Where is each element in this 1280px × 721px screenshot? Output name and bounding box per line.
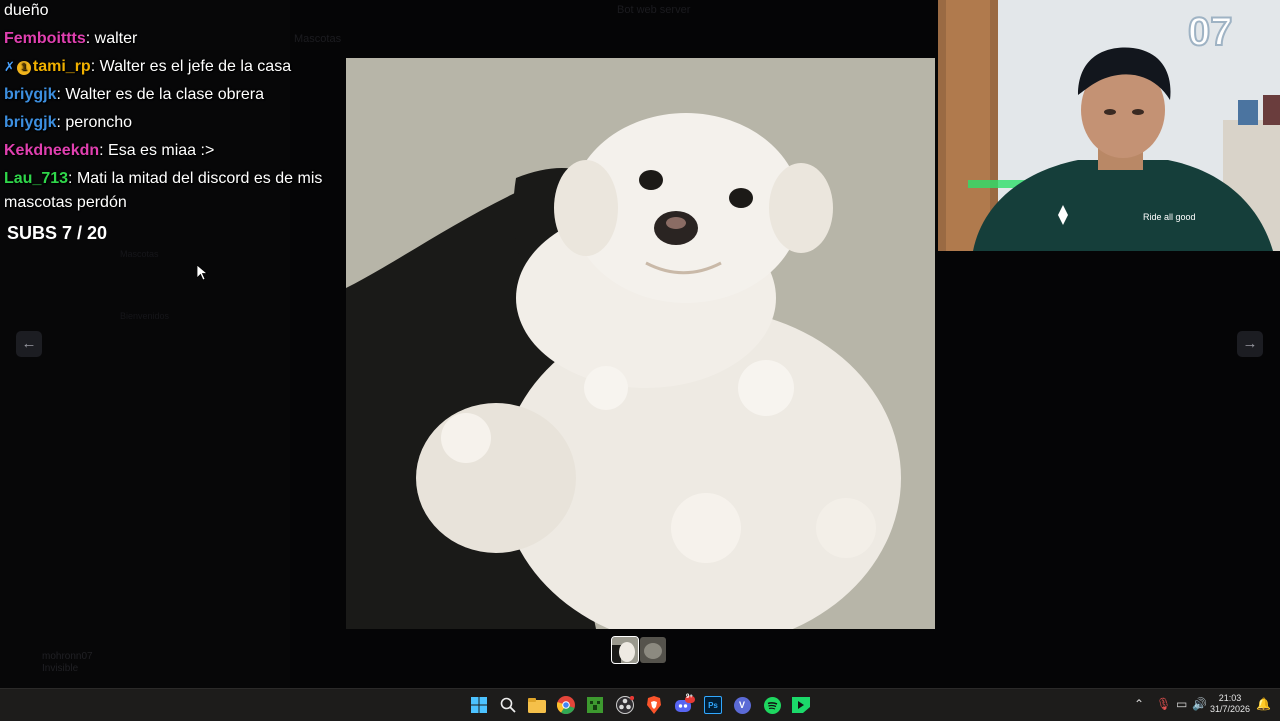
photoshop-label: Ps: [704, 696, 722, 714]
discord-icon[interactable]: 9+: [673, 694, 695, 716]
arrow-right-icon: →: [1242, 335, 1258, 352]
thumbnail-image: [612, 637, 638, 663]
background-category-label: Bienvenidos: [120, 311, 170, 321]
background-header-text: Bot web server: [617, 4, 691, 16]
dog-photo: [346, 58, 935, 629]
chat-line: Femboittts: walter: [4, 28, 137, 50]
file-explorer-icon[interactable]: [526, 694, 548, 716]
network-icon[interactable]: ▭: [1176, 697, 1187, 711]
background-sidebar-channel: Mascotas: [120, 249, 159, 259]
clock-date: 31/7/2026: [1209, 704, 1250, 714]
chat-username: Kekdneekdn: [4, 142, 100, 159]
vivaldi-label: V: [733, 696, 751, 714]
windows-start-icon[interactable]: [468, 694, 490, 716]
chat-message: : Esa es miaa :>: [99, 142, 215, 159]
chat-line: dueño: [4, 0, 49, 22]
chat-message: : peroncho: [56, 114, 133, 131]
chat-message: : Walter es de la clase obrera: [56, 86, 264, 103]
thumbnail-image: [640, 637, 666, 663]
volume-icon[interactable]: 🔊: [1192, 697, 1207, 711]
thumbnail[interactable]: [640, 637, 666, 663]
mouse-cursor-icon: [197, 265, 209, 281]
tray-chevron-up-icon[interactable]: ⌃: [1134, 697, 1144, 711]
coin-badge-icon: 1: [16, 61, 31, 75]
windows-taskbar: 9+ Ps V ⌃ 🎙 ▭ 🔊 21:03 31/7/2026 🔔: [0, 688, 1280, 721]
notification-bell-icon[interactable]: 🔔: [1256, 697, 1271, 711]
chat-line: Lau_713: Mati la mitad del discord es de…: [4, 168, 322, 190]
vivaldi-icon[interactable]: V: [731, 694, 753, 716]
webcam-image: Ride all good 07: [938, 0, 1280, 251]
previous-image-button[interactable]: ←: [16, 331, 42, 357]
subs-goal-counter: SUBS 7 / 20: [7, 223, 108, 243]
channel-logo: 07: [1188, 10, 1233, 54]
chat-username: Femboittts: [4, 30, 86, 47]
spotify-icon[interactable]: [761, 694, 783, 716]
minecraft-icon[interactable]: [584, 694, 606, 716]
background-user-panel: mohronn07 Invisible: [42, 651, 93, 675]
chrome-icon[interactable]: [555, 694, 577, 716]
green-app-icon[interactable]: [790, 694, 812, 716]
chat-username: Lau_713: [4, 170, 69, 187]
discord-notification-badge: 9+: [686, 694, 693, 700]
photoshop-icon[interactable]: Ps: [702, 694, 724, 716]
webcam-feed: Ride all good 07: [938, 0, 1280, 251]
shirt-logo: Ride all good: [1143, 212, 1196, 222]
chat-line: ✗ 1 tami_rp: Walter es el jefe de la casa: [4, 56, 291, 78]
thumbnail[interactable]: [611, 636, 639, 664]
chat-line: Kekdneekdn: Esa es miaa :>: [4, 140, 214, 162]
chat-line: mascotas perdón: [4, 192, 127, 214]
obs-icon[interactable]: [614, 694, 636, 716]
chat-line: briygjk: Walter es de la clase obrera: [4, 84, 264, 106]
search-icon[interactable]: [497, 694, 519, 716]
chat-username: briygjk: [4, 86, 57, 103]
chat-message: mascotas perdón: [4, 194, 127, 211]
clock-time: 21:03: [1218, 693, 1242, 703]
chat-message: dueño: [4, 2, 49, 19]
background-user-status: Invisible: [42, 663, 79, 674]
chat-username: briygjk: [4, 114, 57, 131]
background-username: mohronn07: [42, 651, 93, 662]
thumbnail-strip: [611, 636, 666, 664]
chat-message: : walter: [85, 30, 138, 47]
taskbar-clock[interactable]: 21:03 31/7/2026: [1210, 693, 1250, 715]
background-channel-title: Mascotas: [294, 33, 342, 45]
chat-message: : Walter es el jefe de la casa: [90, 58, 292, 75]
chat-line: briygjk: peroncho: [4, 112, 132, 134]
chat-username: tami_rp: [32, 58, 91, 75]
microphone-icon[interactable]: 🎙: [1156, 697, 1171, 711]
next-image-button[interactable]: →: [1237, 331, 1263, 357]
chat-message: : Mati la mitad del discord es de mis: [68, 170, 323, 187]
arrow-left-icon: ←: [21, 335, 37, 352]
brave-icon[interactable]: [643, 694, 665, 716]
viewer-image[interactable]: [346, 58, 935, 629]
sword-badge-icon: ✗: [4, 59, 15, 74]
